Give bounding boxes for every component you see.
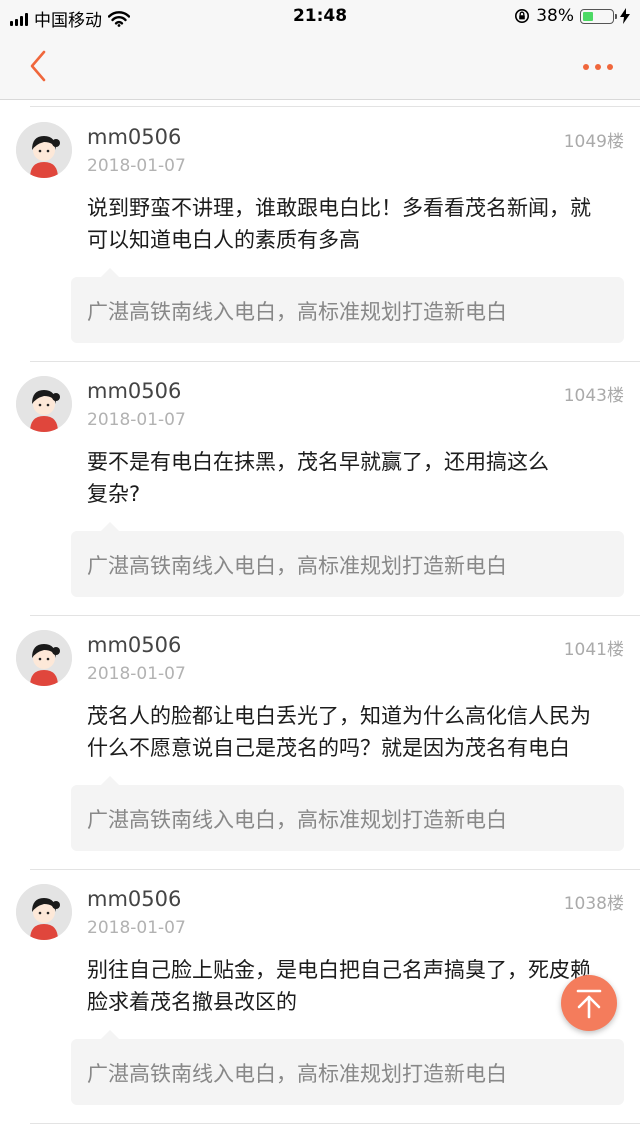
comment-line: 茂名人的脸都让电白丢光了，知道为什么高化信人民为: [87, 704, 591, 728]
comment-line: 复杂?: [87, 482, 141, 506]
comment-line: 脸求着茂名撤县改区的: [87, 990, 297, 1014]
avatar[interactable]: [16, 122, 72, 178]
avatar[interactable]: [16, 884, 72, 940]
battery-percent: 38%: [536, 6, 574, 26]
post-date: 2018-01-07: [87, 410, 186, 430]
status-bar: 中国移动 21:48 38%: [0, 0, 640, 34]
divider: [30, 615, 640, 616]
rotation-lock-icon: [515, 9, 530, 23]
comment-line: 可以知道电白人的素质有多高: [87, 228, 360, 252]
author-name[interactable]: mm0506: [87, 125, 181, 149]
quoted-article[interactable]: 广湛高铁南线入电白，高标准规划打造新电白: [71, 776, 624, 851]
quoted-article[interactable]: 广湛高铁南线入电白，高标准规划打造新电白: [71, 1030, 624, 1105]
avatar[interactable]: [16, 630, 72, 686]
comment-line: 说到野蛮不讲理，谁敢跟电白比！多看看茂名新闻，就: [87, 196, 591, 220]
floor-number: 1049楼: [563, 132, 624, 152]
scroll-to-top-button[interactable]: [561, 975, 617, 1031]
more-dots-icon[interactable]: [578, 52, 618, 82]
floor-number: 1038楼: [563, 894, 624, 914]
comment-text: 说到野蛮不讲理，谁敢跟电白比！多看看茂名新闻，就 可以知道电白人的素质有多高: [87, 192, 622, 256]
author-name[interactable]: mm0506: [87, 379, 181, 403]
quoted-article-title: 广湛高铁南线入电白，高标准规划打造新电白: [87, 300, 507, 324]
post-date: 2018-01-07: [87, 918, 186, 938]
divider: [30, 1123, 640, 1124]
status-right: 38%: [514, 6, 630, 26]
comment-line: 要不是有电白在抹黑，茂名早就赢了，还用搞这么: [87, 450, 549, 474]
comment-text: 茂名人的脸都让电白丢光了，知道为什么高化信人民为 什么不愿意说自己是茂名的吗？就…: [87, 700, 622, 764]
arrow-to-top-icon: [576, 989, 602, 1019]
divider: [30, 361, 640, 362]
post-date: 2018-01-07: [87, 664, 186, 684]
post-date: 2018-01-07: [87, 156, 186, 176]
nav-bar: [0, 34, 640, 100]
author-name[interactable]: mm0506: [87, 887, 181, 911]
comment-text: 别往自己脸上贴金，是电白把自己名声搞臭了，死皮赖 脸求着茂名撤县改区的: [87, 954, 622, 1018]
quoted-article[interactable]: 广湛高铁南线入电白，高标准规划打造新电白: [71, 268, 624, 343]
battery-icon: [580, 8, 617, 24]
charging-icon: [620, 8, 630, 24]
comment-line: 别往自己脸上贴金，是电白把自己名声搞臭了，死皮赖: [87, 958, 591, 982]
divider: [30, 106, 640, 107]
avatar[interactable]: [16, 376, 72, 432]
comment-text: 要不是有电白在抹黑，茂名早就赢了，还用搞这么 复杂?: [87, 446, 622, 510]
author-name[interactable]: mm0506: [87, 633, 181, 657]
quoted-article-title: 广湛高铁南线入电白，高标准规划打造新电白: [87, 1062, 507, 1086]
quoted-article-title: 广湛高铁南线入电白，高标准规划打造新电白: [87, 808, 507, 832]
quoted-article-title: 广湛高铁南线入电白，高标准规划打造新电白: [87, 554, 507, 578]
chevron-left-icon[interactable]: [22, 46, 56, 86]
quoted-article[interactable]: 广湛高铁南线入电白，高标准规划打造新电白: [71, 522, 624, 597]
floor-number: 1041楼: [563, 640, 624, 660]
floor-number: 1043楼: [563, 386, 624, 406]
divider: [30, 869, 640, 870]
comment-line: 什么不愿意说自己是茂名的吗？就是因为茂名有电白: [87, 736, 570, 760]
